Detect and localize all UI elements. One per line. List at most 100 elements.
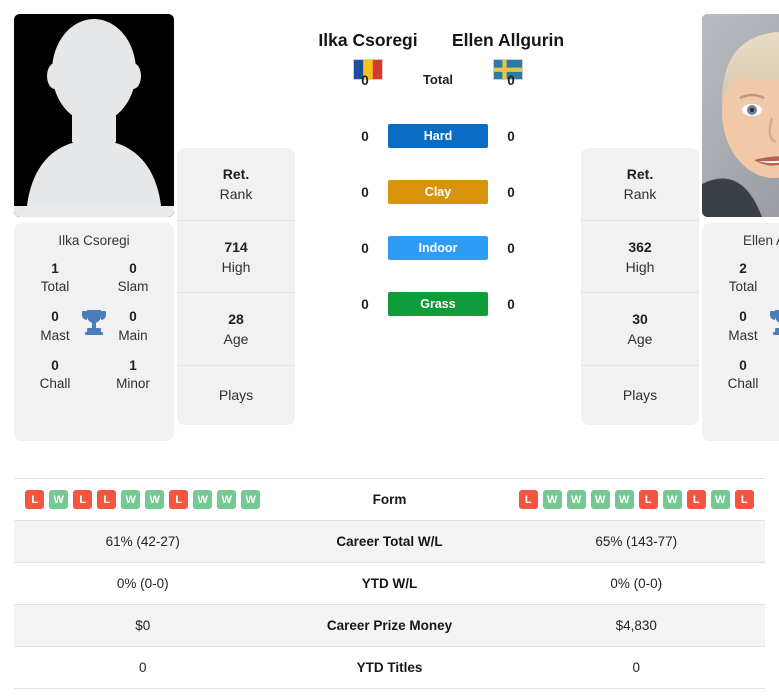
left-award-chall-value: 0 [51, 357, 59, 373]
left-rank-item-age: 28 Age [177, 293, 295, 366]
right-award-card: Ellen Allgurin [702, 223, 779, 441]
right-stat-ytd-titles: 0 [632, 660, 640, 675]
left-rank-label-rank: Rank [219, 186, 253, 203]
left-award-main: 0 Main [102, 308, 164, 344]
form-badge-loss[interactable]: L [518, 490, 538, 509]
right-award-player-name: Ellen Allgurin [742, 233, 779, 248]
left-rank-value-high: 714 [224, 238, 248, 255]
player-comparison-page: Ilka Csoregi 1 Total 0 Slam 0 Mast 0 Mai… [0, 0, 779, 699]
form-badge-win[interactable]: W [145, 490, 165, 509]
right-rank-value-age: 30 [632, 311, 648, 328]
comparison-stats-table: L W L L W W L W W W Form L W W W W L W L W L 61% (42-27) Caree… [14, 478, 765, 689]
right-award-chall-label: Chall [727, 376, 759, 392]
stat-label-ytd-wl: YTD W/L [361, 576, 418, 591]
surface-button-grass[interactable]: Grass [388, 292, 488, 316]
left-player-photo [14, 14, 174, 217]
h2h-left-score-indoor: 0 [361, 240, 369, 256]
right-rank-column: Ret. Rank 362 High 30 Age Plays [581, 14, 699, 426]
form-badge-win[interactable]: W [217, 490, 237, 509]
left-award-slam-value: 0 [129, 261, 137, 276]
left-stat-prize: $0 [135, 618, 151, 633]
form-badge-win[interactable]: W [49, 490, 69, 509]
left-rank-value-age: 28 [228, 311, 244, 328]
left-rank-label-high: High [221, 258, 251, 275]
head-to-head-column: Ilka Csoregi Ellen Allgurin 0 Total 0 0 … [298, 14, 578, 332]
right-rank-card: Ret. Rank 362 High 30 Age Plays [581, 148, 699, 426]
right-rank-label-plays: Plays [622, 386, 658, 403]
form-badge-loss[interactable]: L [638, 490, 658, 509]
left-form-badges: LWLLWWLWWW [14, 490, 272, 509]
right-player-name[interactable]: Ellen Allgurin [438, 30, 578, 51]
left-award-minor: 1 Minor [102, 357, 164, 393]
form-badge-loss[interactable]: L [686, 490, 706, 509]
right-award-mast-label: Mast [728, 327, 758, 343]
left-stat-ytd-wl: 0% (0-0) [116, 576, 169, 591]
left-player-column: Ilka Csoregi 1 Total 0 Slam 0 Mast 0 Mai… [14, 14, 174, 441]
form-badge-win[interactable]: W [193, 490, 213, 509]
surface-button-clay[interactable]: Clay [388, 180, 488, 204]
left-rank-label-plays: Plays [218, 386, 254, 403]
form-badge-win[interactable]: W [542, 490, 562, 509]
left-award-chall: 0 Chall [24, 357, 86, 393]
right-rank-value-high: 362 [628, 238, 652, 255]
h2h-row-grass: 0 Grass 0 [298, 276, 578, 332]
stat-label-ytd-titles: YTD Titles [356, 660, 423, 675]
trophy-icon [81, 308, 107, 336]
h2h-right-score-grass: 0 [507, 296, 515, 312]
form-badge-win[interactable]: W [590, 490, 610, 509]
h2h-row-hard: 0 Hard 0 [298, 108, 578, 164]
stat-row-ytd-titles: 0 YTD Titles 0 [14, 647, 765, 689]
left-rank-item-high: 714 High [177, 221, 295, 294]
left-rank-item-rank: Ret. Rank [177, 148, 295, 221]
right-player-column: Ellen Allgurin [702, 14, 779, 441]
form-badge-loss[interactable]: L [25, 490, 45, 509]
form-badge-win[interactable]: W [121, 490, 141, 509]
left-award-card: Ilka Csoregi 1 Total 0 Slam 0 Mast 0 Mai… [14, 223, 174, 441]
surface-button-hard[interactable]: Hard [388, 124, 488, 148]
right-award-total-value: 2 [739, 261, 747, 276]
left-award-mast-value: 0 [51, 309, 59, 325]
form-badge-win[interactable]: W [566, 490, 586, 509]
h2h-left-score-clay: 0 [361, 184, 369, 200]
trophy-icon [769, 308, 779, 336]
h2h-row-total: 0 Total 0 [298, 52, 578, 108]
right-rank-item-rank: Ret. Rank [581, 148, 699, 221]
left-award-main-value: 0 [129, 309, 137, 325]
right-award-mast-value: 0 [739, 309, 747, 325]
form-badge-win[interactable]: W [614, 490, 634, 509]
h2h-right-score-indoor: 0 [507, 240, 515, 256]
right-rank-item-age: 30 Age [581, 293, 699, 366]
right-award-row-3: 0 Chall 2 Minor [712, 357, 779, 393]
right-award-chall: 0 Chall [712, 357, 774, 393]
right-rank-label-high: High [625, 258, 655, 275]
form-badge-win[interactable]: W [710, 490, 730, 509]
form-badge-loss[interactable]: L [97, 490, 117, 509]
left-award-main-label: Main [118, 327, 148, 343]
stat-row-ytd-wl: 0% (0-0) YTD W/L 0% (0-0) [14, 563, 765, 605]
left-player-name[interactable]: Ilka Csoregi [298, 30, 438, 51]
right-form-badges: LWWWWLWLWL [508, 490, 766, 509]
form-badge-loss[interactable]: L [169, 490, 189, 509]
left-award-row-3: 0 Chall 1 Minor [24, 357, 164, 393]
h2h-left-score-hard: 0 [361, 128, 369, 144]
form-badge-win[interactable]: W [662, 490, 682, 509]
left-award-chall-label: Chall [39, 376, 71, 392]
right-stat-career-wl: 65% (143-77) [595, 534, 678, 549]
stat-label-form: Form [372, 492, 407, 507]
stat-row-career-wl: 61% (42-27) Career Total W/L 65% (143-77) [14, 521, 765, 563]
form-badge-win[interactable]: W [241, 490, 261, 509]
form-badge-loss[interactable]: L [73, 490, 93, 509]
left-award-total-value: 1 [51, 261, 59, 276]
right-rank-item-plays: Plays [581, 366, 699, 425]
form-badge-loss[interactable]: L [734, 490, 754, 509]
left-award-minor-value: 1 [129, 357, 137, 373]
right-award-total: 2 Total [712, 260, 774, 296]
right-stat-prize: $4,830 [615, 618, 657, 633]
right-rank-item-high: 362 High [581, 221, 699, 294]
surface-button-total: Total [422, 72, 454, 87]
surface-button-indoor[interactable]: Indoor [388, 236, 488, 260]
player-names-row: Ilka Csoregi Ellen Allgurin [298, 30, 578, 51]
left-award-slam: 0 Slam [102, 260, 164, 296]
left-stat-ytd-titles: 0 [138, 660, 147, 675]
h2h-right-score-total: 0 [507, 72, 515, 88]
